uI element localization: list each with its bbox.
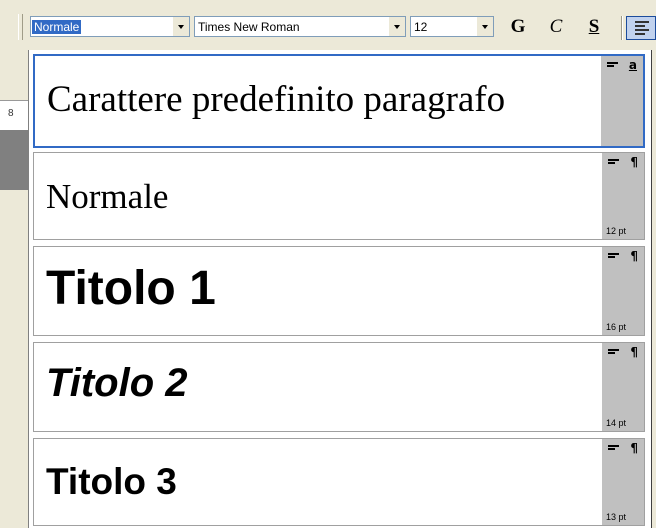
underline-button[interactable]: S <box>582 16 606 38</box>
align-left-icon <box>608 253 619 261</box>
document-margin <box>0 130 30 190</box>
style-option-info: ¶ 14 pt <box>602 343 644 431</box>
paragraph-style-icon: ¶ <box>630 249 638 263</box>
toolbar-grip[interactable] <box>18 14 23 40</box>
style-option-default-paragraph-font[interactable]: Carattere predefinito paragrafo a <box>33 54 645 148</box>
align-left-icon <box>608 349 619 357</box>
formatting-toolbar: Normale Times New Roman 12 G C S <box>0 0 656 50</box>
chevron-down-icon[interactable] <box>389 17 405 36</box>
style-option-info: ¶ 16 pt <box>602 247 644 335</box>
style-option-info: ¶ 13 pt <box>602 439 644 525</box>
style-option-titolo-1[interactable]: Titolo 1 ¶ 16 pt <box>33 246 645 336</box>
style-option-label: Carattere predefinito paragrafo <box>47 79 506 120</box>
chevron-down-icon[interactable] <box>173 17 189 36</box>
style-combo-value[interactable]: Normale <box>32 20 82 34</box>
style-dropdown-list[interactable]: Carattere predefinito paragrafo a Normal… <box>28 50 652 528</box>
chevron-down-icon[interactable] <box>477 17 493 36</box>
paragraph-style-icon: ¶ <box>630 441 638 455</box>
bold-button[interactable]: G <box>506 16 530 38</box>
size-combo-value[interactable]: 12 <box>414 20 427 34</box>
style-option-info: ¶ 12 pt <box>602 153 644 239</box>
style-option-label: Titolo 3 <box>46 461 177 502</box>
align-left-icon <box>608 445 619 453</box>
style-font-size: 13 pt <box>606 512 627 522</box>
style-option-label: Normale <box>46 177 169 216</box>
italic-button[interactable]: C <box>544 16 568 38</box>
paragraph-style-icon: ¶ <box>630 155 638 169</box>
style-font-size: 12 pt <box>606 226 627 236</box>
style-option-label: Titolo 1 <box>46 262 216 315</box>
align-left-icon <box>607 62 618 70</box>
style-option-normale[interactable]: Normale ¶ 12 pt <box>33 152 645 240</box>
style-option-info: a <box>601 56 643 146</box>
align-left-icon <box>608 159 619 167</box>
size-combo[interactable]: 12 <box>410 16 494 37</box>
font-combo-value[interactable]: Times New Roman <box>198 20 300 34</box>
style-option-label: Titolo 2 <box>46 361 188 405</box>
font-combo[interactable]: Times New Roman <box>194 16 406 37</box>
toolbar-separator <box>621 16 623 40</box>
style-option-titolo-3[interactable]: Titolo 3 ¶ 13 pt <box>33 438 645 526</box>
style-option-titolo-2[interactable]: Titolo 2 ¶ 14 pt <box>33 342 645 432</box>
align-left-button[interactable] <box>626 16 656 40</box>
paragraph-style-icon: ¶ <box>630 345 638 359</box>
style-font-size: 14 pt <box>606 418 627 428</box>
style-combo[interactable]: Normale <box>30 16 190 37</box>
ruler-number: 8 <box>8 108 14 119</box>
style-font-size: 16 pt <box>606 322 627 332</box>
character-style-icon: a <box>628 58 637 72</box>
